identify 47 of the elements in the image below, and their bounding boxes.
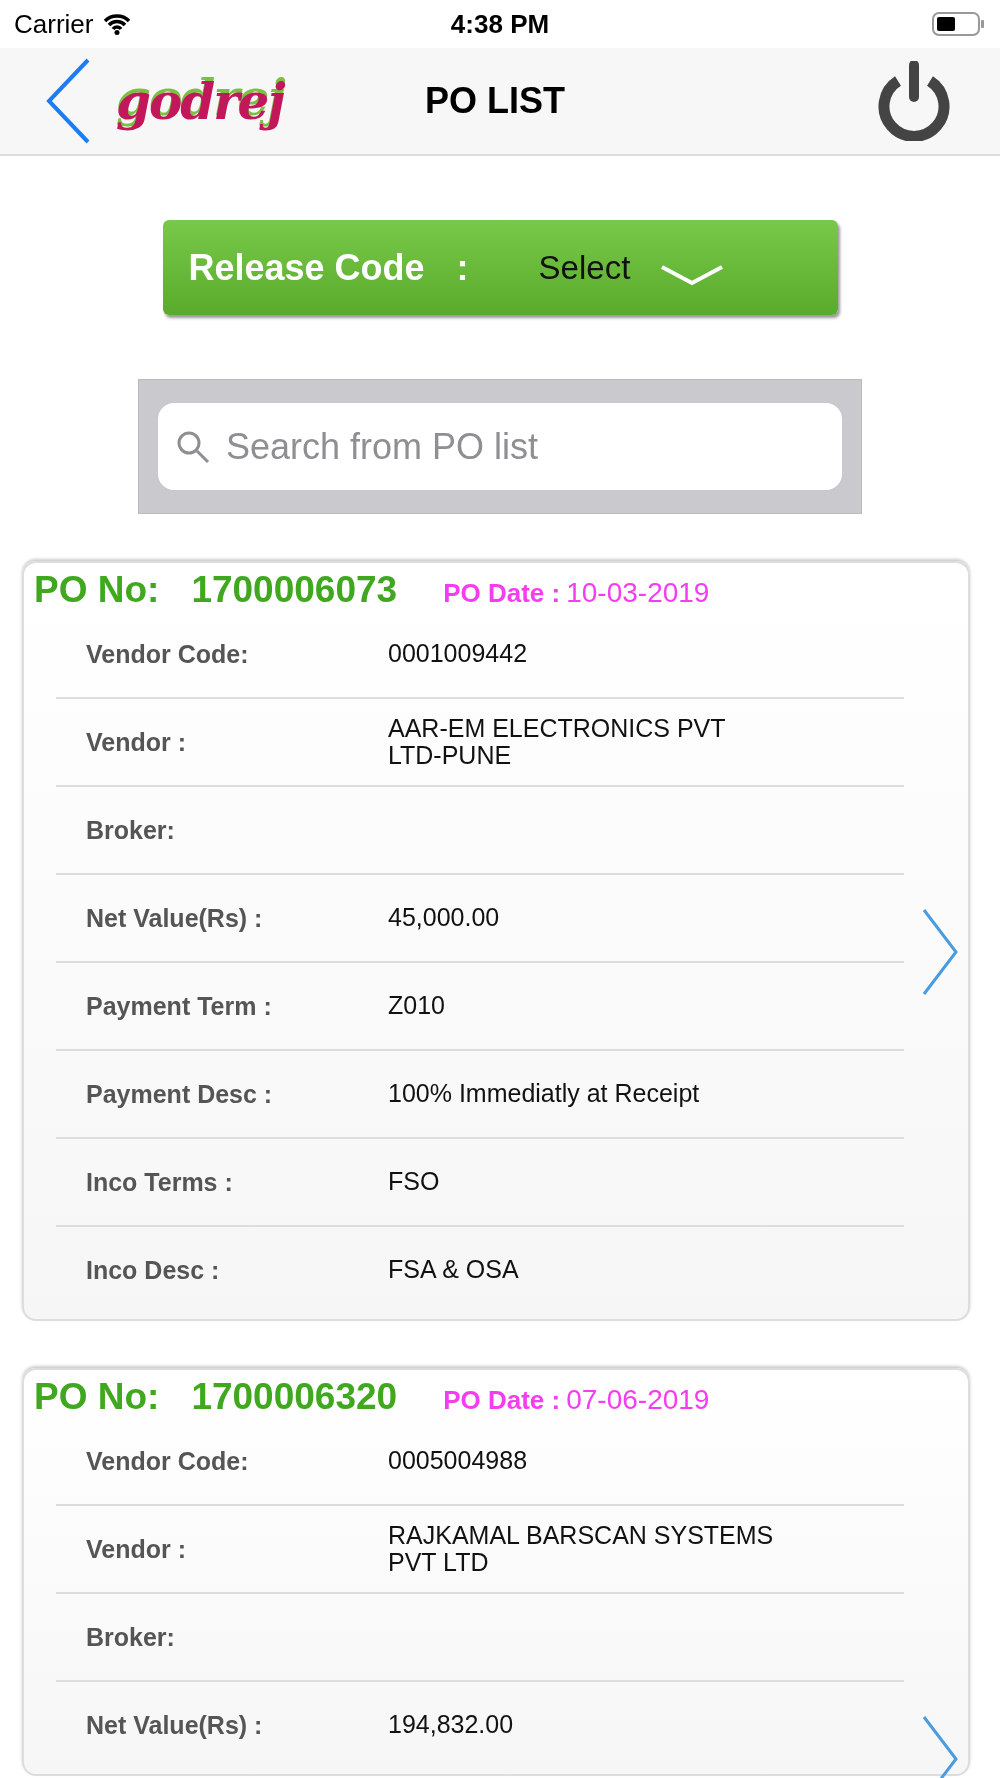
field-label: Payment Term : [85,991,273,1021]
search-input[interactable]: Search from PO list [224,424,824,469]
search-icon [176,429,210,464]
field-value: Z010 [388,992,445,1020]
field-value: RAJKAMAL BARSCAN SYSTEMS PVT LTD [388,1521,774,1577]
field-value: 100% Immediatly at Receipt [388,1080,700,1108]
field-value: 194,832.00 [388,1711,514,1739]
field-label: Broker: [85,815,176,845]
po-number-label: PO No: [34,569,160,611]
chevron-right-icon[interactable] [922,1715,958,1778]
field-label: Vendor Code: [85,1446,250,1476]
field-label: Payment Desc : [85,1079,274,1109]
field-value: 45,000.00 [388,904,500,932]
po-date-label: PO Date : [443,578,561,609]
battery-icon [932,11,986,37]
po-card[interactable]: PO No: 1700006320 PO Date : 07-06-2019 Vendor Code: 0005004988 Vendor : RAJKAMAL BARSCAN SYSTEMS PVT LTD Broker: Net Value(Rs) : 194,832.00 [22,1368,970,1776]
field-label: Vendor Code: [85,639,250,669]
field-value: AAR-EM ELECTRONICS PVT LTD-PUNE [388,714,726,770]
page-title: PO LIST [425,80,565,122]
field-label: Vendor : [85,727,187,757]
po-card[interactable] [22,561,970,1321]
po-date: 10-03-2019 [566,577,710,609]
field-label: Inco Terms : [85,1167,234,1197]
po-number-label: PO No: [34,1376,160,1418]
field-label: Inco Desc : [85,1255,221,1285]
field-value: 0005004988 [388,1447,528,1475]
release-code-dropdown[interactable]: Release Code : Select [162,220,838,315]
field-value: FSA & OSA [388,1256,519,1284]
po-number: 1700006073 [191,569,398,611]
power-icon[interactable] [876,61,952,141]
chevron-down-icon [661,264,724,285]
po-number: 1700006320 [191,1376,398,1418]
status-time: 4:38 PM [450,8,550,40]
po-date-label: PO Date : [443,1385,561,1416]
chevron-right-icon[interactable] [922,908,958,996]
po-date: 07-06-2019 [566,1384,710,1416]
wifi-icon [103,13,132,35]
logo: godrej [116,71,284,131]
field-label: Vendor : [85,1534,187,1564]
field-value: FSO [388,1168,440,1196]
field-label: Net Value(Rs) : [85,903,264,933]
carrier-name: Carrier [14,8,94,40]
field-value: 0001009442 [388,640,528,668]
search-field[interactable]: Search from PO list [158,403,842,490]
back-icon[interactable] [46,58,90,144]
field-label: Net Value(Rs) : [85,1710,264,1740]
field-label: Broker: [85,1622,176,1652]
